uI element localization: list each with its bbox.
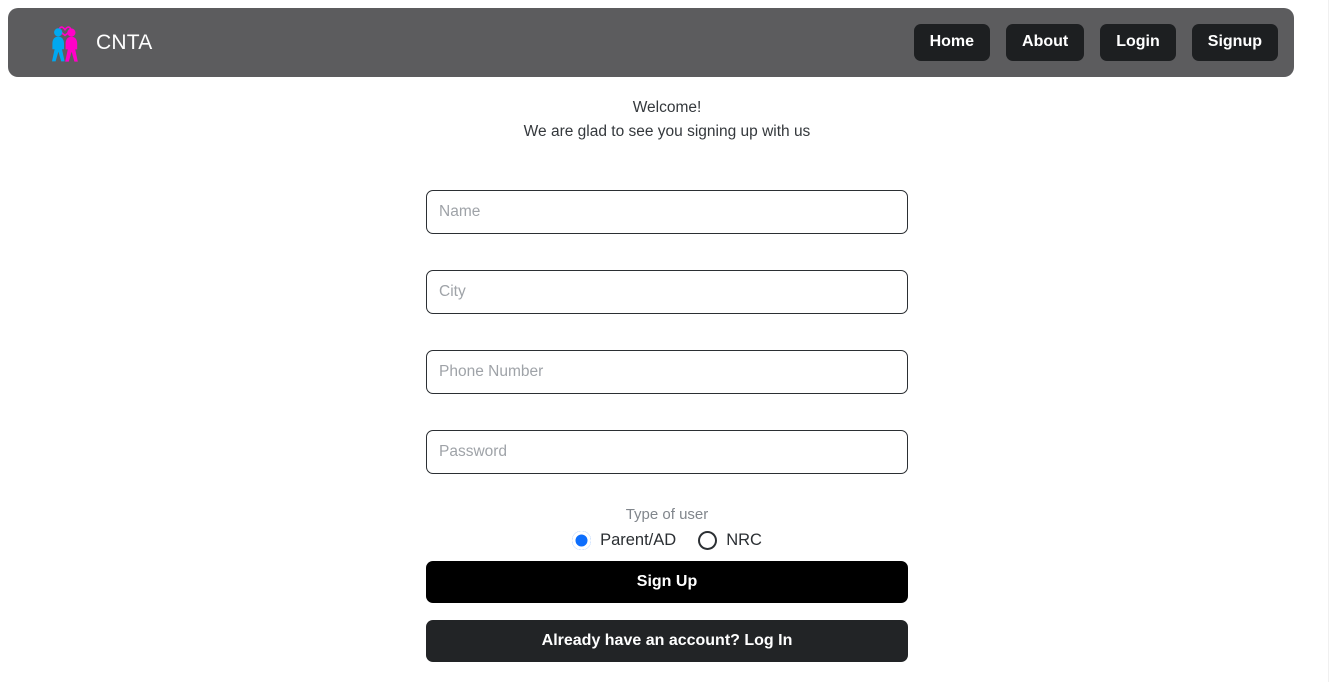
sign-up-button[interactable]: Sign Up: [426, 561, 908, 603]
city-input[interactable]: [426, 270, 908, 314]
user-type-label: Type of user: [625, 506, 709, 523]
radio-nrc-label: NRC: [726, 531, 762, 550]
name-input[interactable]: [426, 190, 908, 234]
welcome-message: Welcome! We are glad to see you signing …: [0, 96, 1334, 144]
welcome-line-1: Welcome!: [632, 99, 702, 116]
nav-links: Home About Login Signup: [913, 23, 1278, 62]
brand-name: CNTA: [96, 31, 153, 54]
scrollbar-gutter[interactable]: [1328, 0, 1343, 682]
phone-number-input[interactable]: [426, 350, 908, 394]
user-type-radio-group: Parent/AD NRC: [426, 531, 908, 550]
welcome-line-2: We are glad to see you signing up with u…: [523, 123, 811, 140]
radio-parent-ad[interactable]: Parent/AD: [572, 531, 676, 550]
two-people-logo-icon: [52, 25, 78, 62]
brand[interactable]: CNTA: [48, 23, 152, 63]
nav-signup-button[interactable]: Signup: [1191, 23, 1278, 62]
log-in-button[interactable]: Already have an account? Log In: [426, 620, 908, 662]
radio-unselected-icon[interactable]: [698, 531, 718, 550]
nav-home-button[interactable]: Home: [913, 23, 991, 62]
radio-selected-icon[interactable]: [572, 531, 592, 550]
password-input[interactable]: [426, 430, 908, 474]
radio-parent-ad-label: Parent/AD: [600, 531, 677, 550]
radio-nrc[interactable]: NRC: [698, 531, 762, 550]
signup-form: Type of user Parent/AD NRC Sign Up Alrea…: [426, 190, 908, 679]
nav-login-button[interactable]: Login: [1100, 23, 1176, 62]
nav-about-button[interactable]: About: [1006, 23, 1085, 62]
navbar: CNTA Home About Login Signup: [8, 8, 1294, 77]
